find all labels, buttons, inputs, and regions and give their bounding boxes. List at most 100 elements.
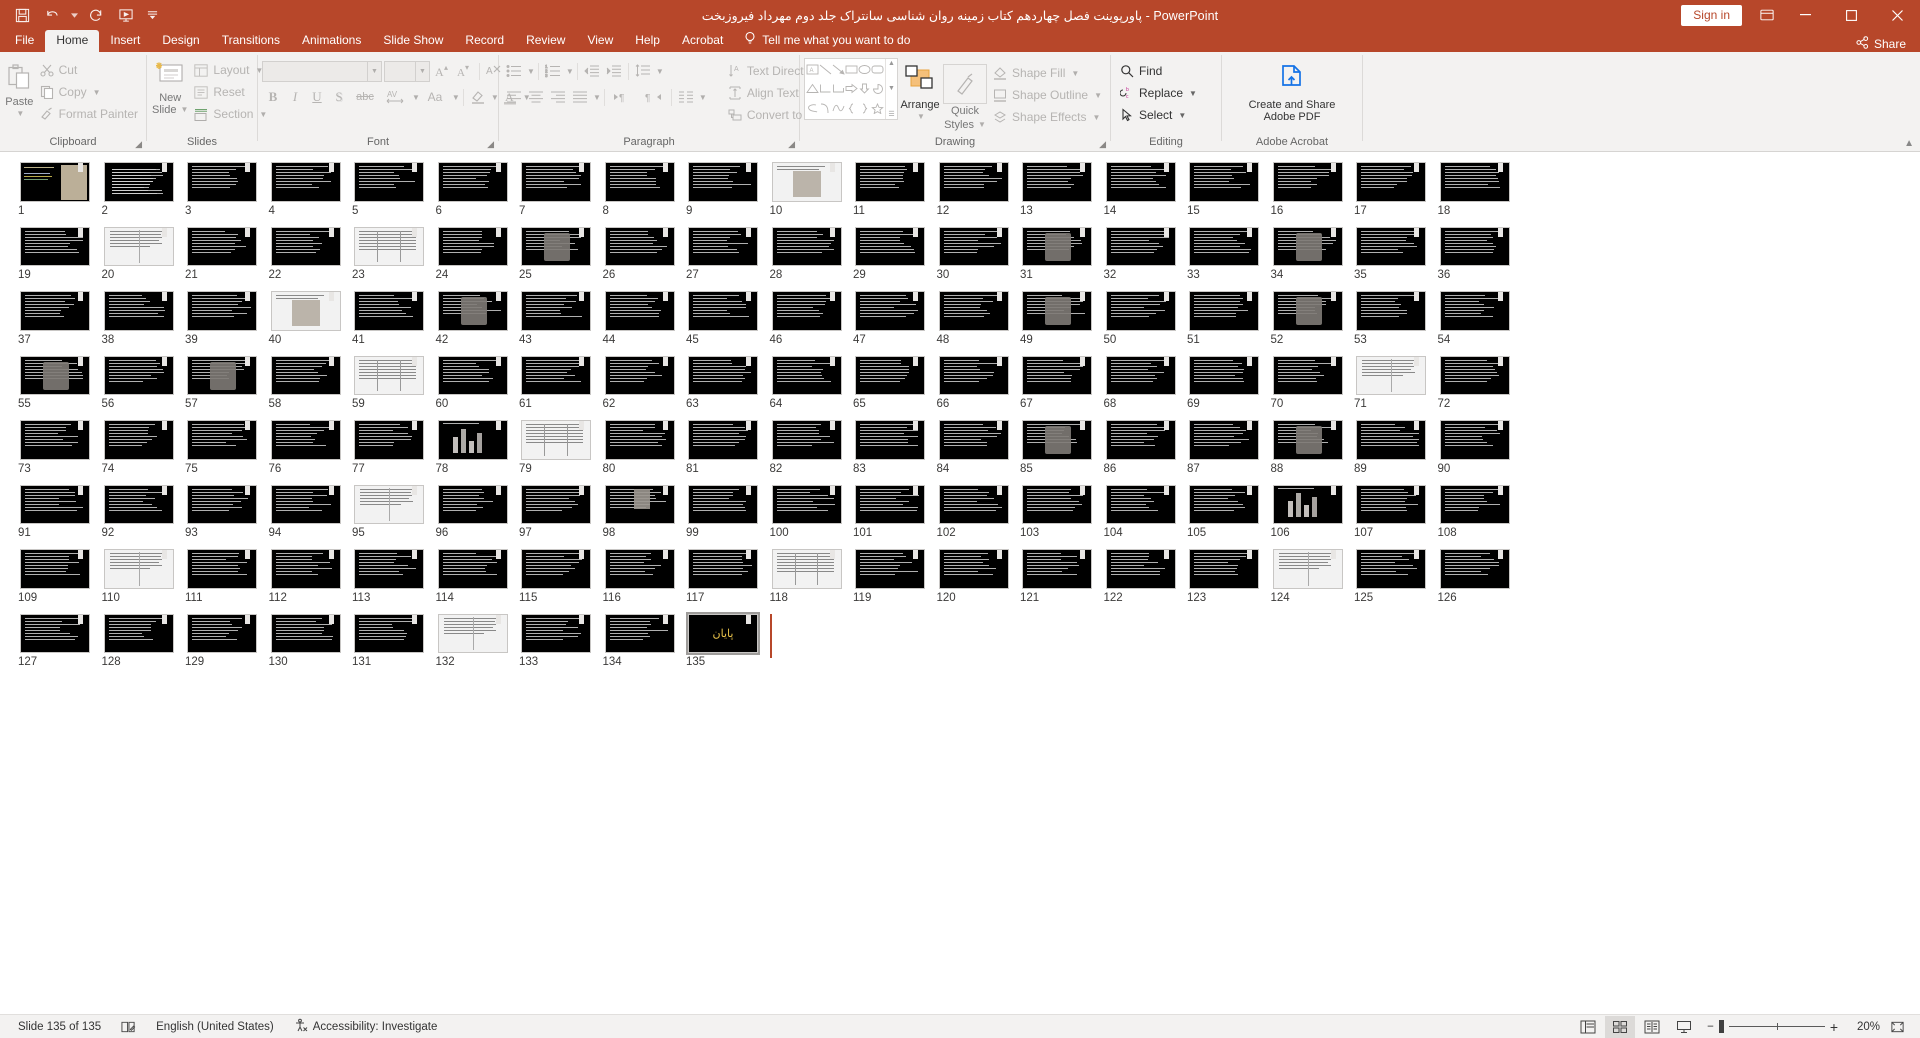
slide-thumbnail[interactable] (772, 227, 842, 267)
language-indicator[interactable]: English (United States) (146, 1021, 284, 1033)
slide-thumbnail-item[interactable]: 126 (1434, 549, 1516, 604)
slide-thumbnail-item[interactable]: 92 (98, 485, 180, 540)
slide-thumbnail-item[interactable]: 43 (515, 291, 597, 346)
slide-thumbnail[interactable] (605, 227, 675, 267)
slide-thumbnail-item[interactable]: 13 (1016, 162, 1098, 217)
new-slide-button[interactable]: New Slide ▼ (151, 59, 189, 118)
slide-thumbnail[interactable] (354, 420, 424, 460)
slide-thumbnail[interactable] (104, 227, 174, 267)
slide-thumbnail[interactable] (688, 549, 758, 589)
slide-thumbnail[interactable] (1273, 420, 1343, 460)
slide-thumbnail-item[interactable]: 9 (682, 162, 764, 217)
slide-thumbnail[interactable] (438, 227, 508, 267)
slide-thumbnail[interactable] (20, 614, 90, 654)
slide-thumbnail[interactable] (939, 420, 1009, 460)
slide-thumbnail[interactable] (855, 420, 925, 460)
slide-thumbnail[interactable] (354, 485, 424, 525)
slide-thumbnail-item[interactable]: 40 (265, 291, 347, 346)
slide-thumbnail[interactable] (1440, 356, 1510, 396)
slide-thumbnail[interactable] (772, 291, 842, 331)
slide-thumbnail[interactable] (1356, 549, 1426, 589)
change-case-button[interactable]: Aa (420, 86, 450, 108)
slide-thumbnail-item[interactable]: 3 (181, 162, 263, 217)
font-size-input[interactable]: ▼ (384, 61, 430, 82)
justify-button[interactable] (569, 86, 591, 108)
slide-thumbnail[interactable] (688, 420, 758, 460)
slide-thumbnail[interactable] (104, 549, 174, 589)
left-to-right-button[interactable]: ¶ (608, 86, 638, 108)
slide-thumbnail[interactable] (187, 162, 257, 202)
slide-thumbnail[interactable] (772, 420, 842, 460)
slide-thumbnail[interactable] (1440, 227, 1510, 267)
shape-star-icon[interactable] (871, 99, 884, 118)
slide-thumbnail-item[interactable]: 86 (1100, 420, 1182, 475)
shape-fill-button[interactable]: Shape Fill ▼ (988, 62, 1106, 84)
font-name-chevron-down-icon[interactable]: ▼ (367, 62, 381, 81)
slide-thumbnail[interactable] (1189, 162, 1259, 202)
start-presentation-icon[interactable] (112, 3, 140, 27)
slide-thumbnail-item[interactable]: 18 (1434, 162, 1516, 217)
italic-button[interactable]: I (284, 86, 306, 108)
slide-thumbnail-item[interactable]: 123 (1183, 549, 1265, 604)
slide-thumbnail[interactable] (939, 162, 1009, 202)
slide-thumbnail[interactable] (1106, 485, 1176, 525)
shapes-more-icon[interactable]: ☰ (888, 110, 894, 118)
slide-thumbnail-item[interactable]: 41 (348, 291, 430, 346)
align-left-button[interactable] (503, 86, 525, 108)
slide-sorter-pane[interactable]: 1 2 3 4 5 6 7 8 9 10 11 12 13 14 15 16 17 18 19 20 21 22 23 24 2… (0, 152, 1920, 1036)
copy-button[interactable]: Copy ▼ (35, 81, 142, 103)
paragraph-dialog-launcher[interactable]: ◢ (788, 139, 795, 150)
slide-thumbnail-item[interactable]: 71 (1350, 356, 1432, 411)
slide-thumbnail-item[interactable]: 111 (181, 549, 263, 604)
slide-thumbnail[interactable] (187, 420, 257, 460)
shape-elbow-connector-2-icon[interactable] (832, 79, 845, 98)
slide-thumbnail-item[interactable]: 29 (849, 227, 931, 282)
slide-thumbnail[interactable] (939, 227, 1009, 267)
slide-thumbnail[interactable] (20, 162, 90, 202)
slide-thumbnail[interactable] (187, 614, 257, 654)
arrange-chevron-down-icon[interactable]: ▼ (917, 111, 925, 123)
shape-rounded-rect-icon[interactable] (871, 60, 884, 79)
line-spacing-button[interactable] (632, 60, 654, 82)
slide-thumbnail-item[interactable]: 131 (348, 614, 430, 669)
slide-thumbnail[interactable] (1106, 356, 1176, 396)
slide-thumbnail-item[interactable]: 122 (1100, 549, 1182, 604)
columns-button[interactable] (675, 86, 697, 108)
slide-thumbnail-item[interactable]: 66 (933, 356, 1015, 411)
slide-thumbnail[interactable] (1189, 420, 1259, 460)
slide-thumbnail[interactable] (772, 549, 842, 589)
slide-thumbnail[interactable] (688, 485, 758, 525)
slide-thumbnail[interactable] (438, 356, 508, 396)
shape-fill-chevron-down-icon[interactable]: ▼ (1071, 69, 1079, 78)
slide-thumbnail-item[interactable]: 70 (1267, 356, 1349, 411)
slide-thumbnail[interactable] (104, 614, 174, 654)
slide-thumbnail-item[interactable]: 56 (98, 356, 180, 411)
slide-thumbnail-item[interactable]: 44 (599, 291, 681, 346)
slide-thumbnail-item[interactable]: 28 (766, 227, 848, 282)
slide-thumbnail-item[interactable]: 110 (98, 549, 180, 604)
slide-thumbnail-item[interactable]: 124 (1267, 549, 1349, 604)
shape-right-arrow-icon[interactable] (845, 79, 858, 98)
slide-thumbnail[interactable] (605, 614, 675, 654)
shape-textbox-icon[interactable]: A (806, 60, 819, 79)
slide-thumbnail[interactable] (605, 485, 675, 525)
zoom-in-button[interactable]: + (1830, 1019, 1838, 1035)
slide-thumbnail[interactable] (1273, 291, 1343, 331)
slide-thumbnail-item[interactable]: 72 (1434, 356, 1516, 411)
slide-thumbnail-item[interactable]: 47 (849, 291, 931, 346)
ribbon-display-options-icon[interactable] (1752, 0, 1782, 30)
slide-thumbnail-item[interactable]: 37 (14, 291, 96, 346)
slide-thumbnail-item[interactable]: 65 (849, 356, 931, 411)
slide-thumbnail-item[interactable]: 101 (849, 485, 931, 540)
bullets-chevron-down-icon[interactable]: ▼ (527, 67, 535, 76)
slide-thumbnail[interactable] (104, 162, 174, 202)
slide-thumbnail[interactable] (104, 356, 174, 396)
save-icon[interactable] (8, 3, 36, 27)
slide-thumbnail[interactable] (1440, 291, 1510, 331)
slide-thumbnail-item[interactable]: 1 (14, 162, 96, 217)
slide-thumbnail[interactable] (521, 162, 591, 202)
slide-thumbnail[interactable] (354, 162, 424, 202)
slide-thumbnail[interactable] (187, 291, 257, 331)
notes-icon[interactable] (111, 1020, 146, 1034)
slide-thumbnail[interactable] (187, 227, 257, 267)
